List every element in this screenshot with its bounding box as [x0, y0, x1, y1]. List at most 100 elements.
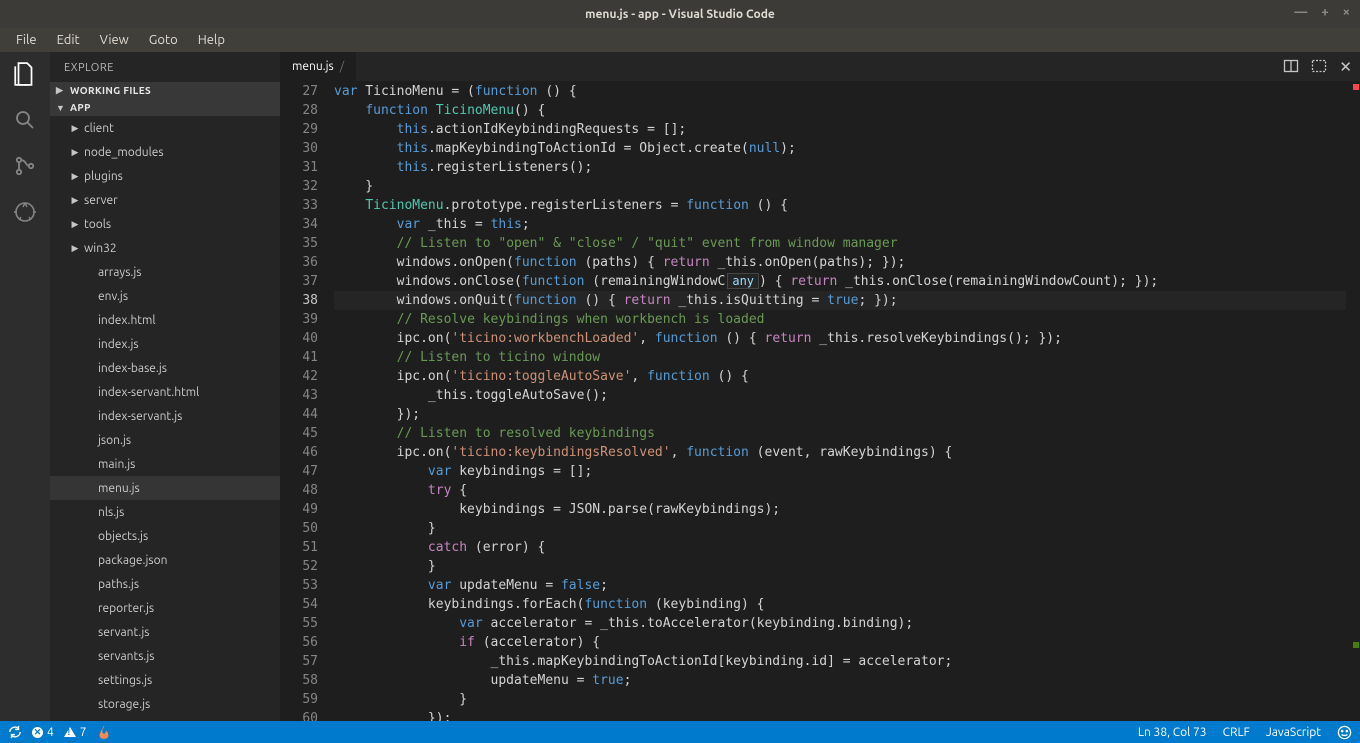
menu-help[interactable]: Help [190, 31, 233, 49]
tree-item-label: objects.js [98, 530, 148, 543]
tree-file[interactable]: storage.js [50, 692, 280, 716]
line-number: 34 [280, 215, 318, 234]
tree-file[interactable]: settings.js [50, 668, 280, 692]
code-line[interactable]: // Listen to ticino window [334, 348, 1346, 367]
chevron-right-icon: ▶ [70, 243, 80, 254]
tree-folder[interactable]: ▶server [50, 188, 280, 212]
menu-file[interactable]: File [8, 31, 45, 49]
line-number: 49 [280, 500, 318, 519]
code-line[interactable]: ipc.on('ticino:workbenchLoaded', functio… [334, 329, 1346, 348]
line-number: 55 [280, 614, 318, 633]
tree-item-label: servants.js [98, 650, 155, 663]
cursor-position[interactable]: Ln 38, Col 73 [1138, 726, 1207, 739]
status-errors[interactable]: ✕ 4 [32, 726, 54, 739]
eol-indicator[interactable]: CRLF [1223, 726, 1250, 739]
code-line[interactable]: } [334, 177, 1346, 196]
code-line[interactable]: this.mapKeybindingToActionId = Object.cr… [334, 139, 1346, 158]
code-line[interactable]: keybindings.forEach(function (keybinding… [334, 595, 1346, 614]
tab-menu-js[interactable]: menu.js / [280, 52, 356, 81]
split-editor-icon[interactable] [1283, 58, 1299, 76]
tree-file[interactable]: reporter.js [50, 596, 280, 620]
tree-file[interactable]: nls.js [50, 500, 280, 524]
line-number: 46 [280, 443, 318, 462]
code-line[interactable]: catch (error) { [334, 538, 1346, 557]
tree-file[interactable]: package.json [50, 548, 280, 572]
code-line[interactable]: if (accelerator) { [334, 633, 1346, 652]
code-line[interactable]: windows.onQuit(function () { return _thi… [334, 291, 1346, 310]
code-line[interactable]: _this.mapKeybindingToActionId[keybinding… [334, 652, 1346, 671]
close-editor-icon[interactable]: ✕ [1339, 58, 1352, 76]
code-line[interactable]: }); [334, 405, 1346, 424]
code-line[interactable]: // Listen to resolved keybindings [334, 424, 1346, 443]
tree-file[interactable]: main.js [50, 452, 280, 476]
file-tree[interactable]: ▶client▶node_modules▶plugins▶server▶tool… [50, 116, 280, 721]
code-line[interactable]: var accelerator = _this.toAccelerator(ke… [334, 614, 1346, 633]
code-line[interactable]: ipc.on('ticino:toggleAutoSave', function… [334, 367, 1346, 386]
tree-file[interactable]: index.html [50, 308, 280, 332]
tree-file[interactable]: paths.js [50, 572, 280, 596]
working-files-header[interactable]: ▶ WORKING FILES [50, 82, 280, 99]
editor-options-icon[interactable] [1311, 58, 1327, 76]
code-line[interactable]: this.actionIdKeybindingRequests = []; [334, 120, 1346, 139]
code-line[interactable]: function TicinoMenu() { [334, 101, 1346, 120]
tree-folder[interactable]: ▶win32 [50, 236, 280, 260]
code-line[interactable]: _this.toggleAutoSave(); [334, 386, 1346, 405]
code-line[interactable]: } [334, 690, 1346, 709]
tree-item-label: json.js [98, 434, 131, 447]
maximize-button[interactable]: + [1321, 5, 1328, 19]
code-content[interactable]: var TicinoMenu = (function () { function… [334, 82, 1346, 721]
sync-icon[interactable] [8, 725, 22, 739]
status-warnings[interactable]: 7 [64, 726, 87, 739]
tree-file[interactable]: index-base.js [50, 356, 280, 380]
project-header[interactable]: ▼ APP [50, 99, 280, 116]
tree-file[interactable]: index-servant.html [50, 380, 280, 404]
tree-file[interactable]: index.js [50, 332, 280, 356]
tree-file[interactable]: objects.js [50, 524, 280, 548]
code-line[interactable]: updateMenu = true; [334, 671, 1346, 690]
explorer-icon[interactable] [11, 60, 39, 88]
code-line[interactable]: } [334, 557, 1346, 576]
tree-file[interactable]: servant.js [50, 620, 280, 644]
debug-icon[interactable] [11, 198, 39, 226]
code-line[interactable]: // Resolve keybindings when workbench is… [334, 310, 1346, 329]
tree-folder[interactable]: ▶client [50, 116, 280, 140]
line-number: 60 [280, 709, 318, 721]
minimize-button[interactable]: — [1294, 5, 1307, 19]
language-mode[interactable]: JavaScript [1266, 726, 1321, 739]
tree-file[interactable]: json.js [50, 428, 280, 452]
git-icon[interactable] [11, 152, 39, 180]
tree-file[interactable]: arrays.js [50, 260, 280, 284]
code-line[interactable]: // Listen to "open" & "close" / "quit" e… [334, 234, 1346, 253]
code-line[interactable]: }); [334, 709, 1346, 721]
tree-item-label: env.js [98, 290, 128, 303]
flame-icon[interactable] [97, 725, 111, 739]
tree-folder[interactable]: ▶tools [50, 212, 280, 236]
overview-ruler[interactable] [1346, 82, 1360, 721]
menu-edit[interactable]: Edit [49, 31, 88, 49]
search-icon[interactable] [11, 106, 39, 134]
tree-file[interactable]: env.js [50, 284, 280, 308]
tree-folder[interactable]: ▶plugins [50, 164, 280, 188]
menu-goto[interactable]: Goto [141, 31, 186, 49]
close-window-button[interactable]: × [1343, 5, 1350, 19]
code-line[interactable]: try { [334, 481, 1346, 500]
code-line[interactable]: var updateMenu = false; [334, 576, 1346, 595]
editor-scroller[interactable]: 2728293031323334353637383940414243444546… [280, 82, 1360, 721]
tree-file[interactable]: servants.js [50, 644, 280, 668]
tree-folder[interactable]: ▶node_modules [50, 140, 280, 164]
code-line[interactable]: var TicinoMenu = (function () { [334, 82, 1346, 101]
code-line[interactable]: var _this = this; [334, 215, 1346, 234]
code-line[interactable]: windows.onOpen(function (paths) { return… [334, 253, 1346, 272]
tree-item-label: index-servant.html [98, 386, 199, 399]
menu-view[interactable]: View [92, 31, 137, 49]
code-line[interactable]: this.registerListeners(); [334, 158, 1346, 177]
code-line[interactable]: var keybindings = []; [334, 462, 1346, 481]
tree-file[interactable]: index-servant.js [50, 404, 280, 428]
code-line[interactable]: ipc.on('ticino:keybindingsResolved', fun… [334, 443, 1346, 462]
code-line[interactable]: windows.onClose(function (remainingWindo… [334, 272, 1346, 291]
tree-file[interactable]: menu.js [50, 476, 280, 500]
feedback-icon[interactable] [1337, 725, 1352, 740]
code-line[interactable]: TicinoMenu.prototype.registerListeners =… [334, 196, 1346, 215]
code-line[interactable]: keybindings = JSON.parse(rawKeybindings)… [334, 500, 1346, 519]
code-line[interactable]: } [334, 519, 1346, 538]
